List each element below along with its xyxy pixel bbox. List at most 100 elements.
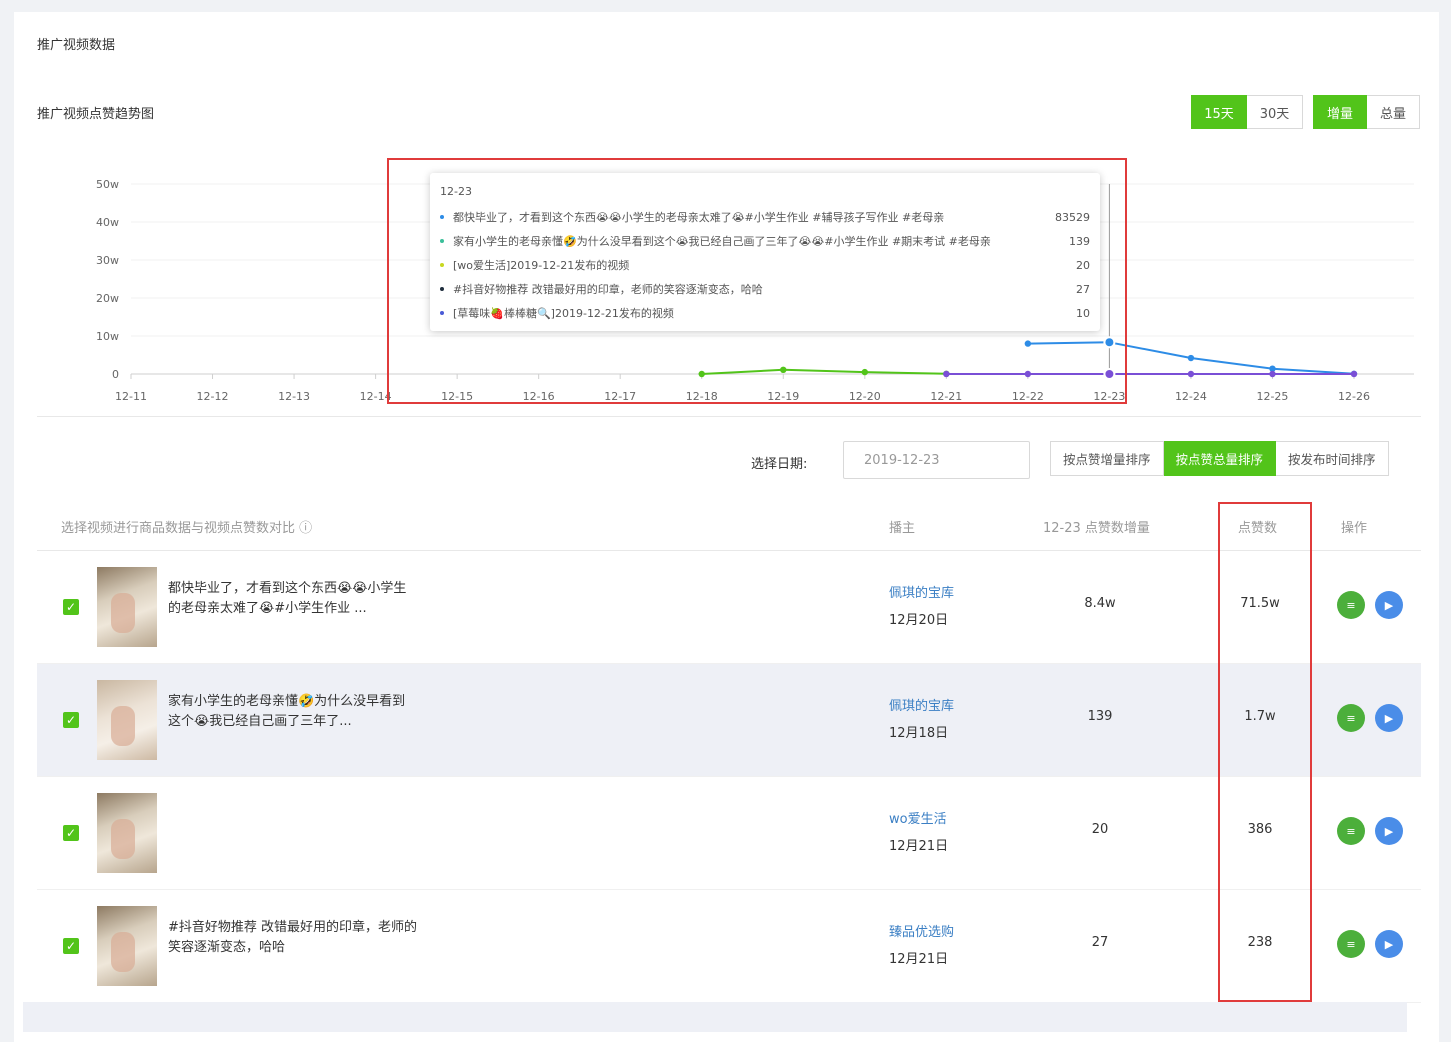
table-row: ✓ 家有小学生的老母亲懂🤣为什么没早看到这个😭我已经自己画了三年了... 佩琪的… <box>37 664 1421 777</box>
date-picker-input[interactable]: 2019-12-23 <box>843 441 1030 479</box>
row-checkbox[interactable]: ✓ <box>63 712 79 728</box>
data-point <box>1187 370 1195 378</box>
list-icon[interactable]: ≡ <box>1337 817 1365 845</box>
data-point <box>1269 370 1276 378</box>
x-tick-label: 12-11 <box>115 390 147 403</box>
divider <box>37 416 1421 417</box>
header-select[interactable]: 选择视频进行商品数据与视频点赞数对比 ⓘ <box>61 517 312 536</box>
play-icon[interactable]: ▶ <box>1375 704 1403 732</box>
y-tick-label: 10w <box>96 330 119 343</box>
like-total: 386 <box>1247 822 1273 837</box>
video-title: #抖音好物推荐 改错最好用的印章，老师的笑容逐渐变态，哈哈 <box>168 920 418 955</box>
list-icon[interactable]: ≡ <box>1337 591 1365 619</box>
video-data-card: 推广视频数据 推广视频点赞趋势图 15天 30天 增量 总量 0 10w 20w 30… <box>14 12 1439 1042</box>
like-total: 238 <box>1247 935 1273 950</box>
x-tick-label: 12-15 <box>441 390 473 403</box>
tooltip-series-value: 27 <box>1076 282 1090 296</box>
play-icon[interactable]: ▶ <box>1375 817 1403 845</box>
tooltip-series-name: 都快毕业了，才看到这个东西😭😭小学生的老母亲太难了😭#小学生作业 #辅导孩子写作… <box>453 211 945 224</box>
video-thumbnail[interactable] <box>97 906 157 986</box>
video-thumbnail[interactable] <box>97 680 157 760</box>
series-dot-icon <box>440 215 444 219</box>
x-tick-label: 12-20 <box>849 390 881 403</box>
list-icon[interactable]: ≡ <box>1337 930 1365 958</box>
mode-increment-button[interactable]: 增量 <box>1313 95 1367 129</box>
header-increment: 12-23 点赞数增量 <box>1043 521 1150 536</box>
x-tick-label: 12-21 <box>930 390 962 403</box>
tooltip-row: 家有小学生的老母亲懂🤣为什么没早看到这个😭我已经自己画了三年了😭😭#小学生作业 … <box>440 229 1090 253</box>
video-title: 家有小学生的老母亲懂🤣为什么没早看到这个😭我已经自己画了三年了... <box>168 694 406 729</box>
tooltip-row: 都快毕业了，才看到这个东西😭😭小学生的老母亲太难了😭#小学生作业 #辅导孩子写作… <box>440 205 1090 229</box>
video-thumbnail[interactable] <box>97 567 157 647</box>
like-total: 71.5w <box>1240 596 1280 611</box>
tooltip-series-name: [草莓味🍓棒棒糖🔍]2019-12-21发布的视频 <box>453 307 674 320</box>
like-trend-chart[interactable]: 0 10w 20w 30w 40w 50w 12-11 12-12 12-13 12-14 12-1… <box>37 157 1421 419</box>
video-table: 选择视频进行商品数据与视频点赞数对比 ⓘ 播主 12-23 点赞数增量 点赞数 … <box>37 502 1421 1003</box>
data-point <box>861 368 868 376</box>
publish-date: 12月18日 <box>889 726 949 741</box>
x-tick-label: 12-23 <box>1093 390 1125 403</box>
sort-by-total-button[interactable]: 按点赞总量排序 <box>1163 441 1277 476</box>
tooltip-series-value: 83529 <box>1055 210 1090 224</box>
publish-date: 12月21日 <box>889 952 949 967</box>
row-actions: ≡ ▶ <box>1337 704 1403 732</box>
owner-link[interactable]: 臻品优选购 <box>889 921 954 940</box>
data-point <box>698 370 705 378</box>
header-ops: 操作 <box>1341 521 1368 536</box>
table-row: ✓ 都快毕业了，才看到这个东西😭😭小学生的老母亲太难了😭#小学生作业 ... 佩… <box>37 551 1421 664</box>
tooltip-series-name: 家有小学生的老母亲懂🤣为什么没早看到这个😭我已经自己画了三年了😭😭#小学生作业 … <box>453 235 991 248</box>
row-checkbox[interactable]: ✓ <box>63 599 79 615</box>
like-increment: 20 <box>1091 822 1109 837</box>
y-tick-label: 30w <box>96 254 119 267</box>
chart-title: 推广视频点赞趋势图 <box>37 107 155 122</box>
range-30-button[interactable]: 30天 <box>1247 95 1303 129</box>
x-tick-label: 12-17 <box>604 390 636 403</box>
video-thumbnail[interactable] <box>97 793 157 873</box>
tooltip-series-value: 20 <box>1076 258 1090 272</box>
play-icon[interactable]: ▶ <box>1375 930 1403 958</box>
row-checkbox[interactable]: ✓ <box>63 938 79 954</box>
x-tick-label: 12-12 <box>197 390 229 403</box>
owner-link[interactable]: 佩琪的宝库 <box>889 582 954 601</box>
publish-date: 12月21日 <box>889 839 949 854</box>
series-line <box>701 368 947 375</box>
row-actions: ≡ ▶ <box>1337 591 1403 619</box>
data-point <box>780 366 787 374</box>
owner-link[interactable]: wo爱生活 <box>889 808 947 827</box>
range-15-button[interactable]: 15天 <box>1191 95 1247 129</box>
like-total: 1.7w <box>1244 709 1276 724</box>
data-point <box>1103 368 1116 380</box>
series-dot-icon <box>440 287 444 291</box>
data-point <box>943 370 950 378</box>
tooltip-series-name: #抖音好物推荐 改错最好用的印章，老师的笑容逐渐变态，哈哈 <box>453 283 763 296</box>
row-actions: ≡ ▶ <box>1337 817 1403 845</box>
tooltip-series-value: 10 <box>1076 306 1090 320</box>
data-point <box>1350 370 1358 378</box>
header-total: 点赞数 <box>1238 521 1278 536</box>
range-toggle: 15天 30天 <box>1191 95 1303 129</box>
owner-link[interactable]: 佩琪的宝库 <box>889 695 954 714</box>
header-owner: 播主 <box>889 521 916 536</box>
x-tick-label: 12-16 <box>523 390 555 403</box>
chart-tooltip: 12-23 都快毕业了，才看到这个东西😭😭小学生的老母亲太难了😭#小学生作业 #… <box>430 173 1100 331</box>
sort-by-increment-button[interactable]: 按点赞增量排序 <box>1050 441 1164 476</box>
sort-by-publish-button[interactable]: 按发布时间排序 <box>1276 441 1389 476</box>
row-checkbox[interactable]: ✓ <box>63 825 79 841</box>
list-icon[interactable]: ≡ <box>1337 704 1365 732</box>
x-tick-label: 12-25 <box>1256 390 1288 403</box>
y-tick-label: 20w <box>96 292 119 305</box>
table-row-partial <box>23 1002 1407 1032</box>
series-dot-icon <box>440 239 444 243</box>
y-tick-label: 40w <box>96 216 119 229</box>
play-icon[interactable]: ▶ <box>1375 591 1403 619</box>
tooltip-date: 12-23 <box>440 185 472 198</box>
like-increment: 8.4w <box>1084 596 1116 611</box>
tooltip-row: [草莓味🍓棒棒糖🔍]2019-12-21发布的视频 10 <box>440 301 1090 325</box>
row-actions: ≡ ▶ <box>1337 930 1403 958</box>
data-point <box>1024 370 1032 378</box>
x-tick-label: 12-26 <box>1338 390 1370 403</box>
section-title: 推广视频数据 <box>37 38 116 53</box>
mode-total-button[interactable]: 总量 <box>1367 95 1420 129</box>
x-tick-label: 12-13 <box>278 390 310 403</box>
video-title: 都快毕业了，才看到这个东西😭😭小学生的老母亲太难了😭#小学生作业 ... <box>168 581 407 616</box>
